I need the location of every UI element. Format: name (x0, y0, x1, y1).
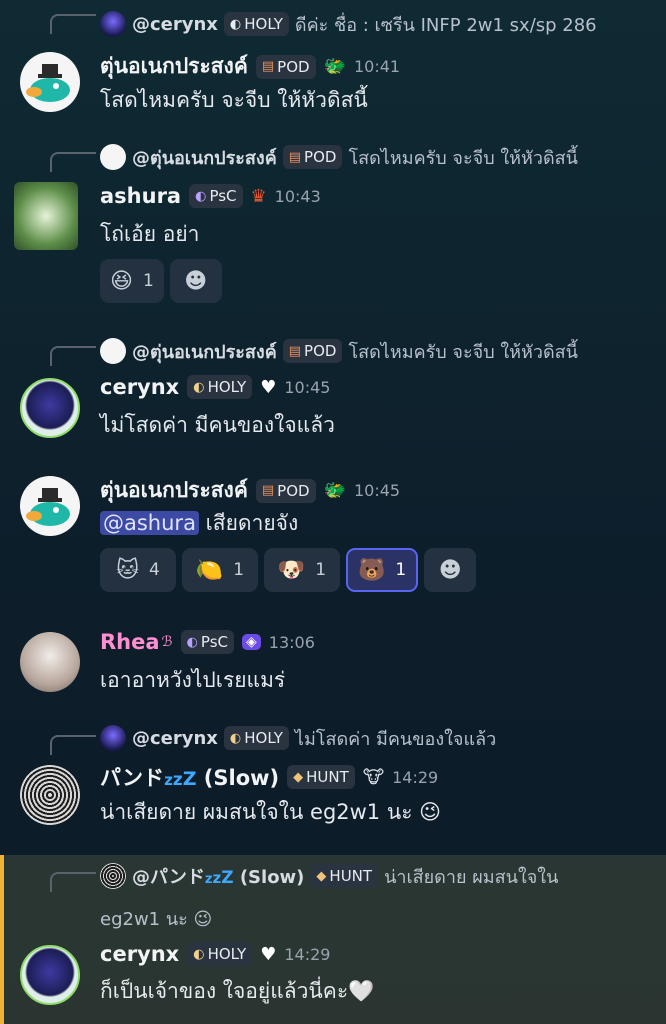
reply-preview[interactable]: @ตุ่นอเนกประสงค์ ▤ POD โสดไหมครับ จะจีบ ใ… (100, 337, 578, 365)
message-text: ไม่โสดค่า มีคนของใจแล้ว (100, 413, 335, 437)
avatar[interactable] (20, 765, 80, 825)
reply-text: โสดไหมครับ จะจีบ ให้หัวดิสนี้ (348, 147, 578, 169)
reaction[interactable]: 🐱 4 (100, 548, 176, 592)
reply-text: น่าเสียดาย ผมสนใจใน (384, 866, 559, 888)
avatar (100, 338, 126, 364)
reply-username[interactable]: @cerynx (132, 728, 218, 749)
heart-icon: ♥ (260, 943, 277, 965)
reply-preview[interactable]: @cerynx ◐ HOLY ไม่โสดค่า มีคนของใจแล้ว (100, 724, 496, 752)
message-text: น่าเสียดาย ผมสนใจใน eg2w1 นะ 😉 (100, 800, 442, 824)
role-tag: ▤ POD (255, 54, 316, 79)
avatar[interactable] (20, 52, 80, 112)
reply-preview[interactable]: @cerynx ◐ HOLY ดีค่ะ ชื่อ : เซรีน INFP 2w… (100, 10, 597, 38)
timestamp: 14:29 (284, 944, 331, 964)
message-text: @ashura เสียดายจัง (100, 507, 298, 540)
username[interactable]: cerynx (100, 375, 179, 399)
avatar[interactable] (20, 476, 80, 536)
username[interactable]: ตุ่นอเนกประสงค์ (100, 474, 248, 507)
role-tag: ◐ HOLY (187, 375, 253, 399)
badge-icon: 🐲 (323, 56, 346, 77)
username[interactable]: cerynx (100, 942, 179, 966)
badge-icon: 🐲 (323, 480, 346, 501)
avatar[interactable] (20, 945, 80, 1005)
avatar (100, 144, 126, 170)
role-tag: ▤ POD (282, 339, 343, 363)
timestamp: 10:41 (354, 57, 401, 76)
message-text: เอาอาหวังไปเรยแมร่ (100, 668, 286, 692)
add-reaction-button[interactable]: ☻ (169, 259, 222, 303)
avatar (100, 863, 126, 889)
smiley-icon: ☻ (184, 268, 208, 294)
avatar[interactable] (20, 378, 80, 438)
badge-icon: 🐮 (362, 766, 385, 788)
reply-text-continued: eg2w1 นะ 😉 (100, 908, 213, 930)
avatar (100, 11, 126, 37)
role-tag: ▤ POD (255, 478, 316, 503)
timestamp: 10:43 (274, 186, 321, 206)
avatar[interactable] (14, 182, 78, 250)
reaction-selected[interactable]: 🐻 1 (346, 548, 419, 592)
timestamp: 10:45 (354, 481, 401, 500)
reaction[interactable]: 🐶 1 (264, 548, 340, 592)
timestamp: 13:06 (268, 632, 315, 652)
reply-text: ไม่โสดค่า มีคนของใจแล้ว (294, 728, 497, 750)
reply-username[interactable]: @ตุ่นอเนกประสงค์ (132, 337, 277, 366)
timestamp: 10:45 (284, 377, 331, 397)
role-tag: ◆ HUNT (310, 864, 379, 888)
add-reaction-button[interactable]: ☻ (424, 548, 477, 592)
username[interactable]: パンドzzZ (Slow) (100, 762, 279, 792)
role-tag: ◐ HOLY (187, 942, 253, 966)
message-text: โถ่เอ้ย อย่า (100, 222, 200, 246)
badge-icon: ♛ (250, 185, 267, 207)
reply-username[interactable]: @cerynx (132, 14, 218, 35)
avatar[interactable] (20, 632, 80, 692)
role-tag: ◐ PsC (189, 184, 243, 208)
heart-icon: ♥ (260, 376, 277, 398)
reply-preview[interactable]: @ตุ่นอเนกประสงค์ ▤ POD โสดไหมครับ จะจีบ ใ… (100, 143, 578, 171)
reaction[interactable]: 😆 1 (100, 259, 164, 303)
role-tag: ◐ PsC (180, 630, 234, 654)
reply-text: ดีค่ะ ชื่อ : เซรีน INFP 2w1 sx/sp 286 (294, 14, 597, 36)
reply-username[interactable]: @パンドzzZ (Slow) (132, 863, 304, 889)
role-tag: ◐ HOLY (223, 12, 289, 36)
message-text: โสดไหมครับ จะจีบ ให้หัวดิสนี้ (100, 88, 368, 112)
smiley-icon: ☻ (438, 557, 462, 583)
reaction[interactable]: 🍋 1 (182, 548, 258, 592)
message-text: ก็เป็นเจ้าของ ใจอยู่แล้วนี่คะ🤍 (100, 979, 375, 1003)
user-mention[interactable]: @ashura (100, 511, 199, 535)
badge-icon: ◈ (241, 634, 261, 650)
username[interactable]: ashura (100, 184, 181, 208)
username[interactable]: ตุ่นอเนกประสงค์ (100, 50, 248, 83)
timestamp: 14:29 (392, 767, 439, 787)
avatar (100, 725, 126, 751)
reply-preview[interactable]: @パンドzzZ (Slow) ◆ HUNT น่าเสียดาย ผมสนใจใน (100, 862, 558, 890)
username[interactable]: Rhea (100, 630, 160, 654)
role-tag: ◆ HUNT (287, 765, 355, 789)
reply-username[interactable]: @ตุ่นอเนกประสงค์ (132, 143, 277, 172)
reply-text: โสดไหมครับ จะจีบ ให้หัวดิสนี้ (348, 341, 578, 363)
role-tag: ◐ HOLY (223, 726, 289, 750)
badge-icon: ℬ (161, 634, 173, 650)
role-tag: ▤ POD (282, 145, 343, 169)
